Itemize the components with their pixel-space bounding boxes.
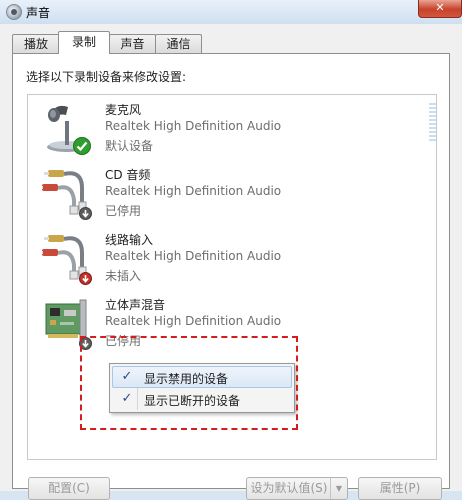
- close-button[interactable]: ✕: [418, 0, 462, 18]
- device-name: 线路输入: [105, 233, 154, 247]
- tab-playback[interactable]: 播放: [12, 34, 60, 53]
- device-description: Realtek High Definition Audio: [105, 184, 282, 198]
- red-down-arrow-badge-icon: [79, 272, 92, 285]
- tab-communications[interactable]: 通信: [155, 34, 202, 53]
- tab-recording[interactable]: 录制: [58, 31, 110, 54]
- configure-button[interactable]: 配置(C): [28, 477, 110, 500]
- set-default-label: 设为默认值(S): [250, 481, 328, 495]
- dropdown-arrow-icon[interactable]: ▼: [330, 478, 347, 499]
- green-check-badge-icon: [73, 137, 91, 155]
- device-item-microphone[interactable]: 麦克风 Realtek High Definition Audio 默认设备: [28, 97, 436, 161]
- speaker-icon: [6, 4, 22, 20]
- device-status: 已停用: [105, 204, 142, 218]
- title-bar: 声音 ✕: [0, 0, 462, 24]
- device-description: Realtek High Definition Audio: [105, 249, 282, 263]
- device-status: 未插入: [105, 269, 142, 283]
- device-name: 立体声混音: [105, 298, 166, 312]
- set-default-button[interactable]: 设为默认值(S) ▼: [246, 477, 348, 500]
- device-status: 默认设备: [105, 139, 154, 153]
- device-description: Realtek High Definition Audio: [105, 119, 282, 133]
- device-name: 麦克风: [105, 103, 142, 117]
- window-title: 声音: [26, 6, 51, 20]
- device-description: Realtek High Definition Audio: [105, 314, 282, 328]
- device-item-cd-audio[interactable]: CD 音频 Realtek High Definition Audio 已停用: [28, 162, 428, 226]
- gray-down-arrow-badge-icon: [79, 207, 92, 220]
- device-name: CD 音频: [105, 168, 151, 182]
- properties-button[interactable]: 属性(P): [358, 477, 442, 500]
- device-item-line-in[interactable]: 线路输入 Realtek High Definition Audio 未插入: [28, 227, 428, 291]
- annotation-highlight-box: [80, 336, 298, 430]
- tab-sounds[interactable]: 声音: [109, 34, 156, 53]
- level-meter: [429, 103, 436, 145]
- instruction-text: 选择以下录制设备来修改设置:: [26, 70, 187, 84]
